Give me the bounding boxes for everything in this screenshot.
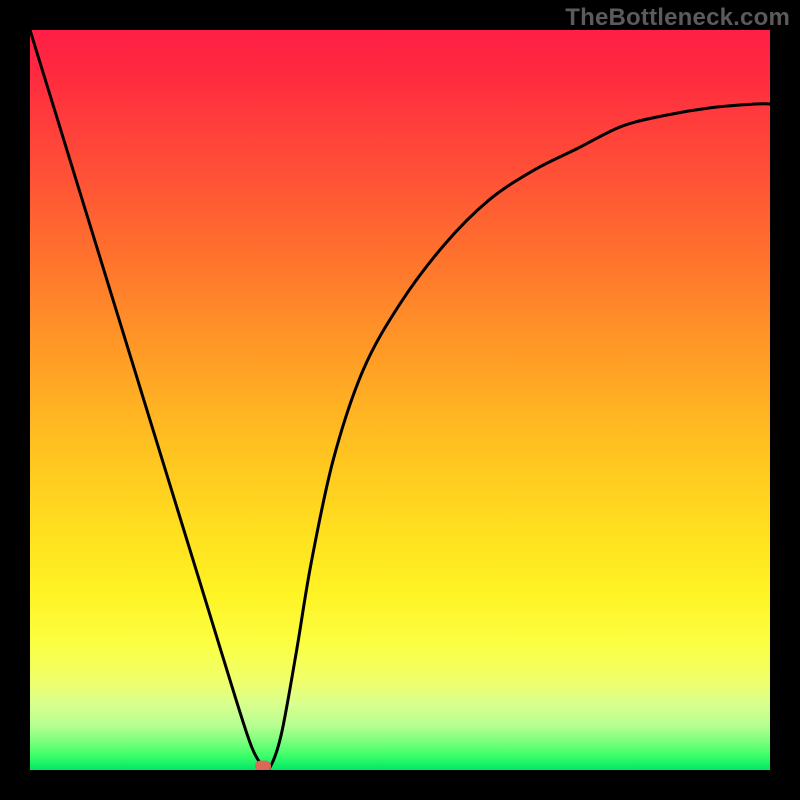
optimum-marker <box>255 761 271 770</box>
curve-svg <box>30 30 770 770</box>
plot-area <box>30 30 770 770</box>
chart-frame: TheBottleneck.com <box>0 0 800 800</box>
bottleneck-curve <box>30 30 770 770</box>
watermark-text: TheBottleneck.com <box>565 4 790 32</box>
